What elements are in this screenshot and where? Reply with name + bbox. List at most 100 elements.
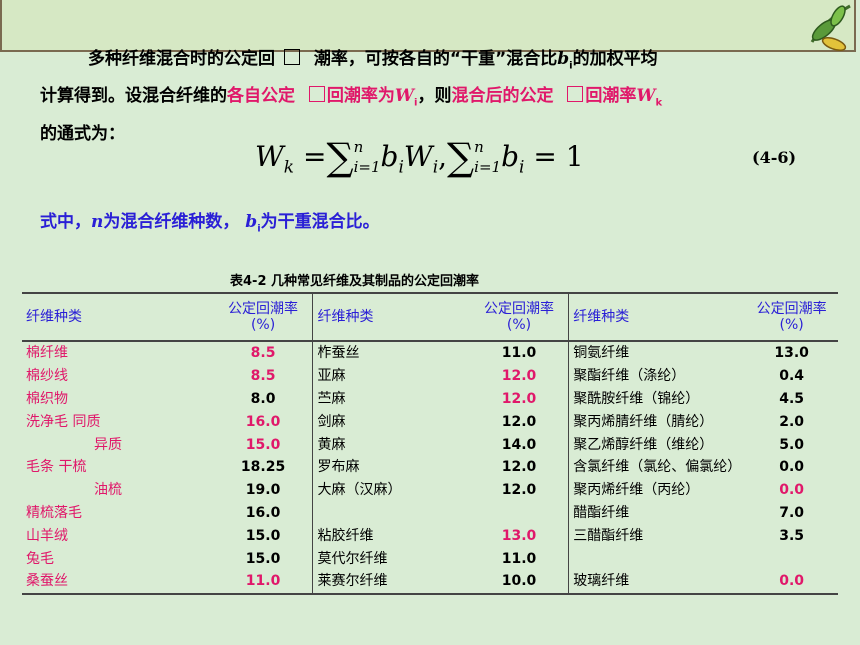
fiber-name-2: 柞蚕丝: [317, 345, 360, 362]
fiber-name-3: [569, 547, 746, 570]
missing-glyph-icon: [283, 49, 300, 65]
regain-value-1: 8.5: [213, 341, 314, 365]
col-header: 公定回潮率(%): [745, 292, 838, 342]
formula-4-6: Wk =∑ n i=1 biWi,∑ n i=1 bi = 1: [255, 135, 584, 189]
col-header: 公定回潮率(%): [213, 292, 314, 342]
table-row: 山羊绒 15.0 粘胶纤维 13.0 三醋酯纤维 3.5: [22, 524, 838, 548]
regain-value-3: 3.5: [779, 527, 805, 544]
highlight-text: 回潮率为: [326, 86, 395, 107]
table-row: 异质 15.0 黄麻 14.0 聚乙烯醇纤维（维纶） 5.0: [22, 433, 838, 456]
regain-value-3: 0.0: [779, 482, 805, 499]
var-n: n: [91, 212, 104, 232]
regain-value-2: 14.0: [469, 433, 570, 456]
regain-value-3: [745, 547, 838, 570]
fiber-name-3: 醋酯纤维: [573, 504, 630, 521]
fiber-name-2: 莫代尔纤维: [317, 550, 388, 567]
highlight-text: 各自公定: [227, 86, 295, 107]
sum-top: n: [353, 138, 364, 156]
regain-value-2: [469, 501, 570, 525]
formula-eq: =: [303, 140, 327, 173]
fiber-name-1: 山羊绒: [26, 527, 68, 544]
regain-value-2: 13.0: [469, 524, 570, 548]
fiber-name-2: 粘胶纤维: [317, 527, 374, 544]
fiber-name-3: 聚丙烯纤维（丙纶）: [573, 482, 700, 499]
fiber-name-1: 精梳落毛: [26, 504, 82, 521]
fiber-name-3: 聚酯纤维（涤纶）: [573, 368, 686, 385]
regain-value-2: 12.0: [469, 478, 570, 502]
regain-value-2: 12.0: [469, 387, 570, 411]
fiber-name-1: 棉纱线: [26, 368, 68, 385]
missing-glyph-icon: [567, 86, 584, 103]
table-row: 精梳落毛 16.0 醋酯纤维 7.0: [22, 501, 838, 525]
sum-bottom: i=1: [353, 158, 381, 176]
fiber-name-3: 铜氨纤维: [573, 345, 630, 362]
col-header: 纤维种类: [312, 292, 470, 342]
regain-value-3: 13.0: [774, 345, 809, 362]
sigma-icon: ∑: [326, 135, 354, 179]
regain-value-3: 2.0: [779, 413, 805, 430]
regain-value-2: 12.0: [469, 455, 570, 479]
intro-paragraph: 多种纤维混合时的公定回 潮率，可按各自的“干重”混合比bi的加权平均 计算得到。…: [40, 44, 840, 150]
fiber-name-3: 玻璃纤维: [568, 569, 746, 595]
sum-limits: n i=1: [354, 137, 381, 177]
regain-value-1: 15.0: [213, 547, 314, 570]
fiber-name-3: 聚丙烯腈纤维（腈纶）: [573, 413, 714, 430]
table-row: 油梳 19.0 大麻（汉麻） 12.0 聚丙烯纤维（丙纶） 0.0: [22, 478, 838, 502]
table-row: 棉织物 8.0 苎麻 12.0 聚酰胺纤维（锦纶） 4.5: [22, 387, 838, 411]
fiber-name-3: 聚酰胺纤维（锦纶）: [573, 390, 700, 407]
var-b: b: [245, 212, 258, 232]
fiber-name-2: 黄麻: [317, 436, 346, 453]
fiber-name-2: 亚麻: [317, 368, 346, 385]
regain-value-3: 5.0: [779, 436, 805, 453]
formula-b: b: [380, 140, 399, 173]
regain-value-1: 15.0: [213, 524, 314, 548]
table-row: 兔毛 15.0 莫代尔纤维 11.0: [22, 547, 838, 570]
sum-top: n: [474, 138, 484, 156]
regain-value-3: 0.4: [779, 368, 805, 385]
regain-value-3: 0.0: [779, 459, 805, 476]
fiber-name-3: 含氯纤维（氯纶、偏氯纶）: [573, 459, 742, 476]
sigma-icon: ∑: [447, 135, 475, 179]
col-header: 纤维种类: [568, 292, 746, 342]
regain-value-3: 4.5: [779, 390, 805, 407]
formula-sub: k: [283, 157, 295, 178]
fiber-name-1: 毛条 干梳: [26, 459, 87, 476]
regain-value-1: 18.25: [213, 455, 314, 479]
fiber-name-1: 油梳: [94, 482, 122, 499]
fiber-name-2: 莱赛尔纤维: [312, 569, 470, 595]
table-row: 棉纱线 8.5 亚麻 12.0 聚酯纤维（涤纶） 0.4: [22, 364, 838, 388]
formula-note: 式中，n为混合纤维种数， bi为干重混合比。: [40, 207, 380, 234]
text-segment: 多种纤维混合时的公定回: [88, 49, 275, 69]
formula-b: b: [501, 140, 520, 173]
fiber-name-2: 苎麻: [317, 390, 346, 407]
var-sub: k: [655, 97, 663, 109]
table-row: 洗净毛 同质 16.0 剑麻 12.0 聚丙烯腈纤维（腈纶） 2.0: [22, 410, 838, 434]
regain-value-1: 16.0: [213, 410, 314, 434]
var-W: W: [636, 86, 656, 107]
fiber-name-1: 棉纤维: [26, 345, 68, 362]
sum-bottom: i=1: [474, 158, 502, 176]
regain-value-2: 12.0: [469, 364, 570, 388]
fiber-name-3: 聚乙烯醇纤维（维纶）: [573, 436, 714, 453]
highlight-text: 回潮率: [585, 86, 637, 107]
highlight-text: 混合后的公定: [451, 86, 554, 107]
text-segment: 式中，: [40, 212, 91, 232]
table-row: 棉纤维 8.5 柞蚕丝 11.0 铜氨纤维 13.0: [22, 341, 838, 365]
fiber-name-1: 洗净毛 同质: [26, 413, 101, 430]
missing-glyph-icon: [308, 86, 325, 103]
formula-rhs: = 1: [533, 140, 584, 173]
fiber-name-2: [313, 502, 470, 525]
formula-comma: ,: [438, 140, 448, 173]
fiber-name-1: 棉织物: [26, 390, 68, 407]
table-header-row: 纤维种类 公定回潮率(%) 纤维种类 公定回潮率(%) 纤维种类 公定回潮率(%…: [22, 292, 838, 342]
fiber-name-3: 三醋酯纤维: [573, 527, 644, 544]
formula-W: W: [403, 140, 433, 173]
fiber-name-2: 大麻（汉麻）: [317, 482, 402, 499]
equation-number: (4-6): [752, 148, 797, 167]
text-segment: ，则: [417, 86, 452, 107]
text-segment: 为干重混合比。: [260, 212, 380, 232]
text-segment: 计算得到。设混合纤维的: [40, 86, 227, 107]
regain-value-3: 7.0: [779, 504, 805, 521]
text-segment: 的加权平均: [572, 49, 658, 69]
col-header: 公定回潮率(%): [469, 292, 570, 342]
